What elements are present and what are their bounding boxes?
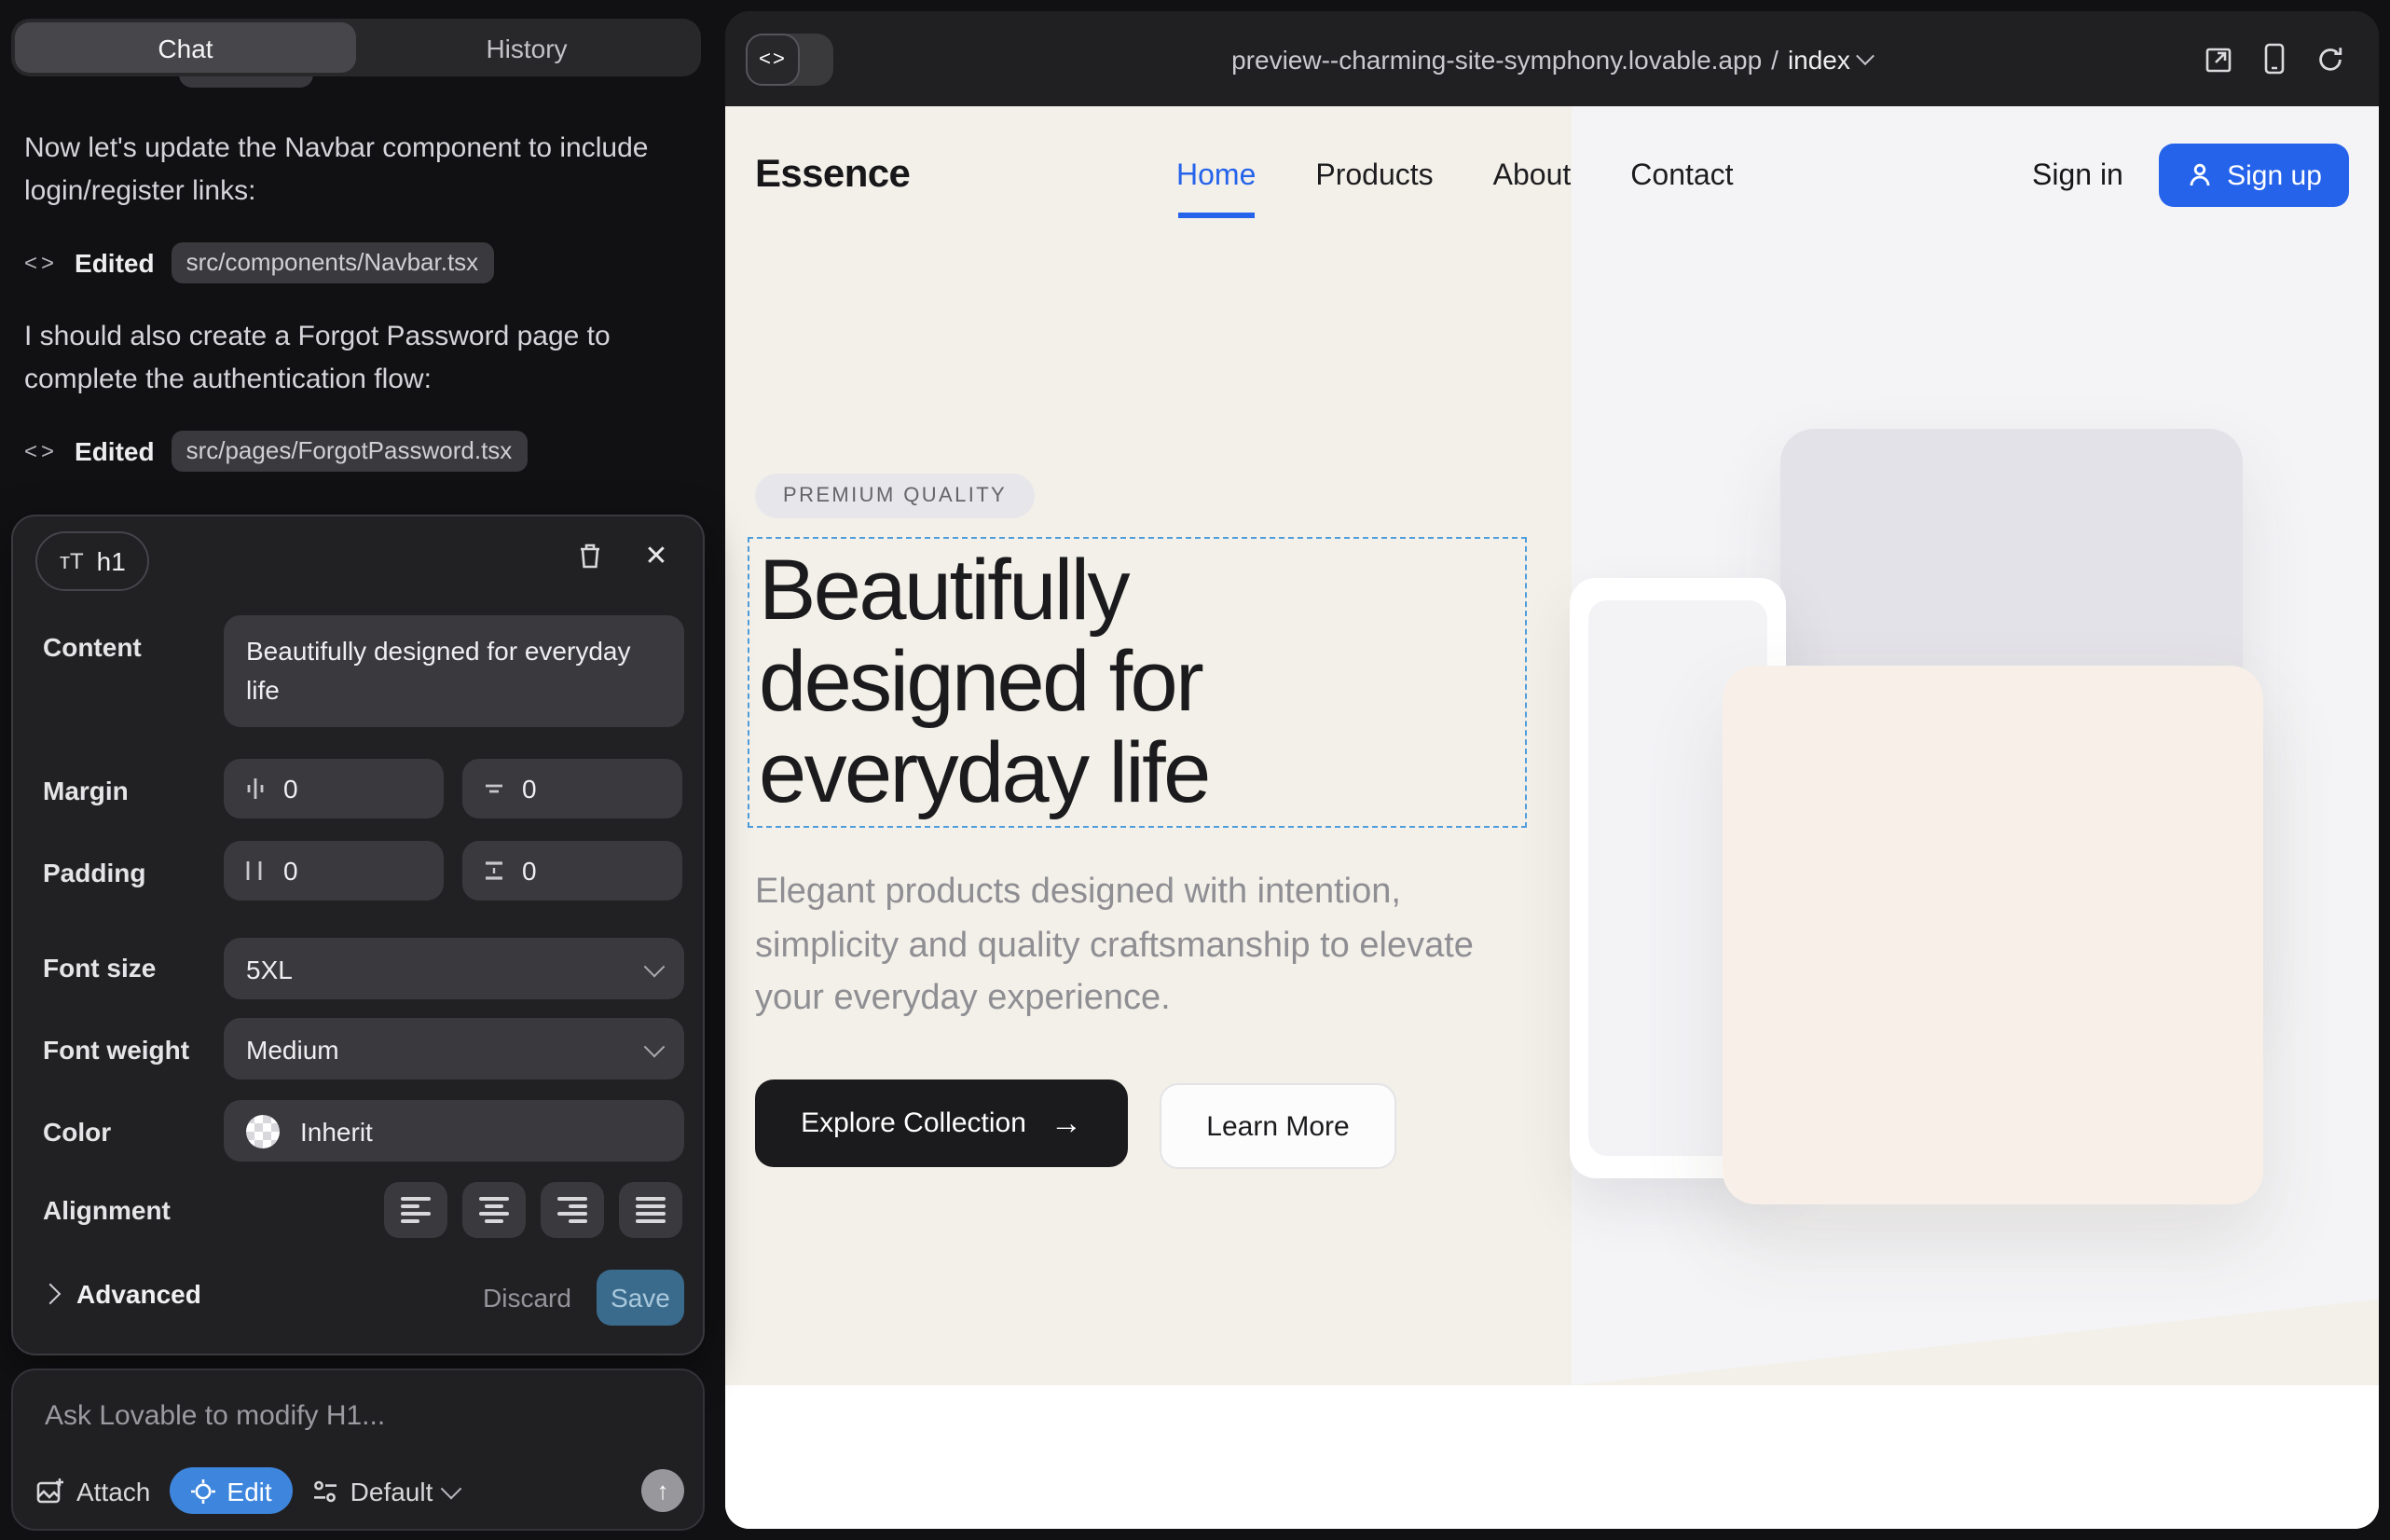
align-center-button[interactable]: [462, 1182, 526, 1238]
open-external-button[interactable]: [2204, 44, 2233, 74]
text-icon: тT: [60, 548, 84, 574]
nav-contact[interactable]: Contact: [1630, 160, 1733, 194]
element-editor-panel: тT h1 ✕ Content Beautifully designed for…: [11, 515, 705, 1355]
margin-y-input[interactable]: 0: [462, 759, 682, 818]
chevron-right-icon: [40, 1284, 62, 1305]
color-label: Color: [43, 1117, 111, 1147]
composer-input[interactable]: Ask Lovable to modify H1...: [45, 1400, 385, 1432]
align-center-icon: [479, 1197, 509, 1223]
padding-label: Padding: [43, 858, 145, 887]
align-justify-icon: [636, 1197, 666, 1223]
hero-heading[interactable]: Beautifully designed for everyday life: [759, 544, 1209, 818]
site-logo[interactable]: Essence: [755, 153, 910, 198]
explore-collection-button[interactable]: Explore Collection →: [755, 1079, 1128, 1167]
send-button[interactable]: ↑: [641, 1469, 684, 1512]
url-domain: preview--charming-site-symphony.lovable.…: [1231, 44, 1762, 74]
code-icon: <>: [24, 438, 58, 464]
chevron-down-icon: [644, 1036, 666, 1057]
sliders-icon: [311, 1478, 339, 1504]
premium-quality-badge: PREMIUM QUALITY: [755, 474, 1035, 518]
color-select[interactable]: Inherit: [224, 1100, 684, 1162]
tab-history[interactable]: History: [356, 22, 697, 73]
decorative-card-cream: [1723, 666, 2263, 1204]
margin-vertical-icon: [481, 776, 507, 802]
edited-label: Edited: [75, 436, 155, 466]
align-left-icon: [401, 1197, 431, 1223]
content-label: Content: [43, 632, 142, 662]
align-justify-button[interactable]: [619, 1182, 682, 1238]
chevron-down-icon: [1857, 47, 1875, 65]
sign-in-link[interactable]: Sign in: [2032, 160, 2123, 194]
device-toggle-button[interactable]: [2263, 43, 2286, 75]
discard-button[interactable]: Discard: [483, 1283, 571, 1313]
chat-message: Now let's update the Navbar component to…: [24, 127, 677, 214]
refresh-icon: [2315, 44, 2345, 74]
delete-element-button[interactable]: [569, 535, 610, 576]
chat-composer[interactable]: Ask Lovable to modify H1... Attach: [11, 1368, 705, 1531]
site-content: Essence Home Products About Contact Sign…: [725, 106, 2379, 1529]
margin-horizontal-icon: [242, 776, 268, 802]
attach-image-icon: [35, 1476, 65, 1506]
mobile-icon: [2263, 43, 2286, 75]
font-size-select[interactable]: 5XL: [224, 938, 684, 999]
file-chip[interactable]: src/pages/ForgotPassword.tsx: [172, 431, 528, 472]
site-nav: Home Products About Contact: [1176, 160, 1734, 194]
font-size-label: Font size: [43, 953, 156, 983]
chat-message: I should also create a Forgot Password p…: [24, 315, 677, 403]
color-swatch: [246, 1114, 280, 1148]
margin-label: Margin: [43, 776, 129, 805]
default-mode-select[interactable]: Default: [311, 1476, 460, 1506]
code-icon[interactable]: <>: [746, 34, 800, 86]
trash-icon: [575, 541, 603, 571]
padding-horizontal-icon: [242, 858, 268, 884]
user-icon: [2186, 162, 2212, 188]
tab-chat[interactable]: Chat: [15, 22, 356, 73]
advanced-toggle[interactable]: Advanced: [43, 1279, 201, 1309]
save-button[interactable]: Save: [597, 1270, 684, 1326]
arrow-right-icon: →: [1051, 1105, 1082, 1142]
attach-button[interactable]: Attach: [35, 1476, 150, 1506]
font-weight-select[interactable]: Medium: [224, 1018, 684, 1079]
font-weight-label: Font weight: [43, 1035, 189, 1065]
code-preview-toggle[interactable]: <>: [746, 34, 833, 86]
code-icon: <>: [24, 250, 58, 276]
element-tag: h1: [97, 546, 126, 576]
padding-vertical-icon: [481, 858, 507, 884]
element-tag-pill: тT h1: [35, 531, 150, 591]
lovable-app: Chat History Now let's update the Navbar…: [0, 0, 2390, 1540]
external-link-icon: [2204, 44, 2233, 74]
chevron-down-icon: [441, 1478, 462, 1499]
url-bar[interactable]: preview--charming-site-symphony.lovable.…: [1231, 44, 1873, 74]
url-page: index: [1788, 44, 1850, 74]
nav-about[interactable]: About: [1493, 160, 1572, 194]
content-input[interactable]: Beautifully designed for everyday life: [224, 615, 684, 727]
padding-y-input[interactable]: 0: [462, 841, 682, 901]
selected-h1-outline[interactable]: Beautifully designed for everyday life: [748, 537, 1527, 828]
edit-mode-button[interactable]: Edit: [169, 1467, 292, 1514]
crosshair-icon: [189, 1478, 215, 1504]
padding-x-input[interactable]: 0: [224, 841, 444, 901]
refresh-button[interactable]: [2315, 44, 2345, 74]
nav-products[interactable]: Products: [1315, 160, 1433, 194]
hero-paragraph: Elegant products designed with intention…: [755, 867, 1501, 1026]
learn-more-button[interactable]: Learn More: [1160, 1083, 1396, 1169]
file-chip[interactable]: src/components/Navbar.tsx: [172, 242, 494, 283]
browser-chrome: <> preview--charming-site-symphony.lovab…: [725, 11, 2379, 106]
section-below-hero: [725, 1385, 2379, 1529]
align-right-button[interactable]: [541, 1182, 604, 1238]
close-panel-button[interactable]: ✕: [636, 535, 677, 576]
sign-up-button[interactable]: Sign up: [2159, 144, 2349, 207]
arrow-up-icon: ↑: [657, 1477, 669, 1505]
chat-history-tabs: Chat History: [11, 19, 701, 76]
edited-label: Edited: [75, 248, 155, 278]
align-right-icon: [557, 1197, 587, 1223]
margin-x-input[interactable]: 0: [224, 759, 444, 818]
edited-file-row[interactable]: <> Edited src/components/Navbar.tsx: [24, 242, 493, 283]
edited-file-row[interactable]: <> Edited src/pages/ForgotPassword.tsx: [24, 431, 527, 472]
alignment-label: Alignment: [43, 1195, 171, 1225]
preview-window: <> preview--charming-site-symphony.lovab…: [725, 11, 2379, 1529]
align-left-button[interactable]: [384, 1182, 447, 1238]
chevron-down-icon: [644, 956, 666, 977]
nav-home[interactable]: Home: [1176, 160, 1256, 194]
